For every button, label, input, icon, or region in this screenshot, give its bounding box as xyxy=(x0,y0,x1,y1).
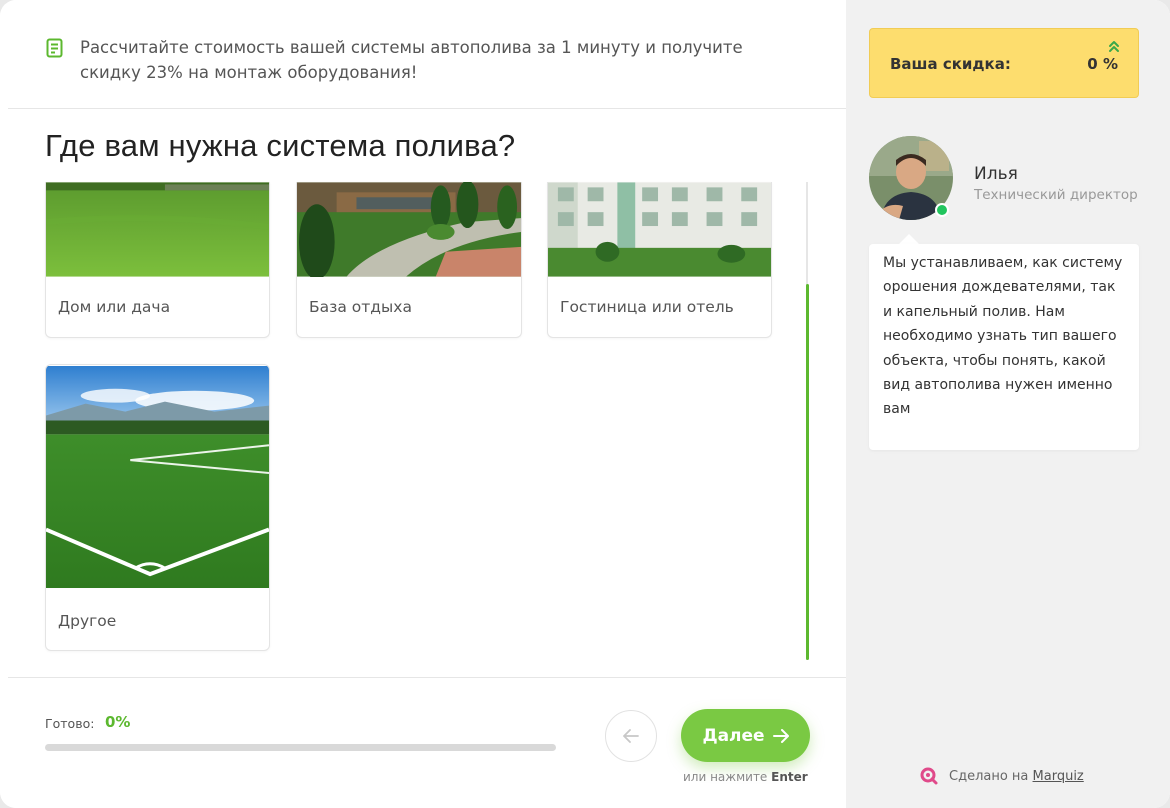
footer-divider xyxy=(8,677,846,678)
back-button[interactable] xyxy=(605,710,657,762)
quiz-main-panel: Рассчитайте стоимость вашей системы авто… xyxy=(0,0,846,808)
arrow-left-icon xyxy=(623,729,639,743)
hint-key: Enter xyxy=(771,770,808,784)
option-label: Гостиница или отель xyxy=(560,298,734,316)
made-prefix: Сделано на xyxy=(949,768,1029,784)
lawn-photo xyxy=(46,182,269,277)
hint-prefix: или нажмите xyxy=(683,770,768,784)
sidebar: Ваша скидка: 0 % Илья Технический директ… xyxy=(846,0,1170,808)
question-title: Где вам нужна система полива? xyxy=(45,128,516,163)
hotel-photo xyxy=(548,182,771,277)
arrow-right-icon xyxy=(772,728,789,743)
keyboard-hint: или нажмите Enter xyxy=(683,770,808,784)
option-card-other[interactable]: Другое xyxy=(45,364,270,651)
quiz-window: Рассчитайте стоимость вашей системы авто… xyxy=(0,0,1170,808)
online-status-dot xyxy=(935,203,949,217)
options-scrollbar-thumb[interactable] xyxy=(806,284,809,660)
option-card-resort[interactable]: База отдыха xyxy=(296,182,522,338)
option-card-hotel[interactable]: Гостиница или отель xyxy=(547,182,772,338)
progress-label: Готово: xyxy=(45,716,95,731)
option-label: База отдыха xyxy=(309,298,412,316)
marquiz-link[interactable]: Marquiz xyxy=(1033,769,1084,784)
discount-label: Ваша скидка: xyxy=(890,55,1011,73)
football-field-photo xyxy=(46,365,269,589)
discount-box: Ваша скидка: 0 % xyxy=(869,28,1139,98)
option-label: Другое xyxy=(58,612,117,630)
promo-text: Рассчитайте стоимость вашей системы авто… xyxy=(80,38,743,82)
checklist-icon xyxy=(46,38,63,58)
manager-name: Илья xyxy=(974,164,1018,184)
promo-header: Рассчитайте стоимость вашей системы авто… xyxy=(8,0,846,109)
next-button[interactable]: Далее xyxy=(681,709,810,762)
progress-value: 0% xyxy=(105,713,131,731)
progress-bar xyxy=(45,744,556,751)
garden-path-photo xyxy=(297,182,521,277)
discount-value: 0 % xyxy=(1087,55,1118,73)
manager-message: Мы устанавливаем, как систему орошения д… xyxy=(869,244,1139,450)
marquiz-logo-icon xyxy=(920,767,938,785)
made-with: Сделано на Marquiz xyxy=(919,766,1084,786)
double-chevron-up-icon xyxy=(1109,41,1119,52)
option-label: Дом или дача xyxy=(58,298,171,316)
manager-role: Технический директор xyxy=(974,187,1138,203)
option-card-house[interactable]: Дом или дача xyxy=(45,182,270,338)
next-button-label: Далее xyxy=(702,725,765,746)
